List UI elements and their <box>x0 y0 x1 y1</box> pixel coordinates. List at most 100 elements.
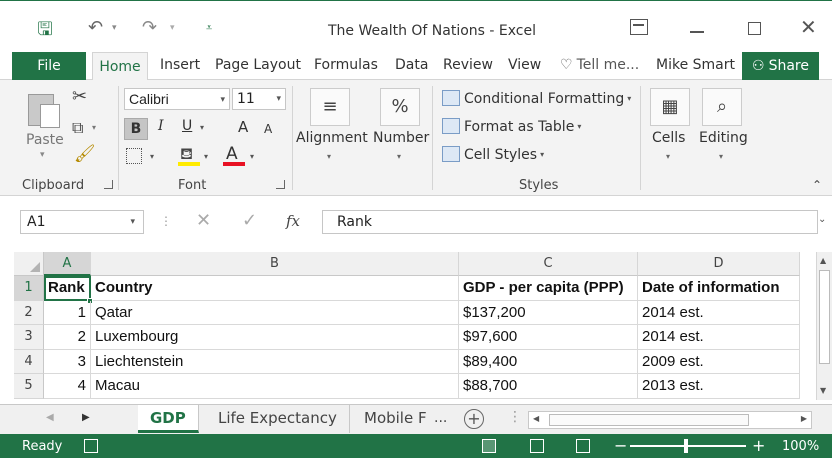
redo-dropdown-icon[interactable]: ▾ <box>170 23 175 33</box>
row-header[interactable]: 2 <box>14 300 44 325</box>
editing-dropdown-icon[interactable]: ▾ <box>719 152 723 161</box>
editing-button[interactable]: Editing <box>699 130 748 146</box>
number-dropdown-icon[interactable]: ▾ <box>397 152 401 161</box>
tab-view[interactable]: View <box>508 57 541 73</box>
number-format-icon[interactable]: % <box>380 88 420 126</box>
table-cell[interactable]: Rank <box>44 276 91 301</box>
more-sheets-button[interactable]: ... <box>434 410 447 426</box>
scrollbar-thumb[interactable] <box>819 270 830 364</box>
new-sheet-button[interactable]: + <box>464 409 484 429</box>
name-box[interactable]: A1 ▾ <box>20 210 144 234</box>
zoom-slider-thumb[interactable] <box>684 439 688 453</box>
select-all-corner[interactable] <box>14 252 44 276</box>
scroll-left-icon[interactable]: ◀ <box>533 414 539 423</box>
table-cell[interactable]: 1 <box>44 300 91 325</box>
table-cell[interactable]: 2014 est. <box>638 300 800 325</box>
italic-button[interactable]: I <box>158 118 164 134</box>
scrollbar-thumb[interactable] <box>549 414 749 426</box>
tab-file[interactable]: File <box>12 52 86 80</box>
tab-insert[interactable]: Insert <box>160 57 200 73</box>
cancel-icon[interactable]: ✕ <box>196 210 211 231</box>
row-header[interactable]: 3 <box>14 325 44 350</box>
paste-button[interactable]: Paste <box>26 132 64 148</box>
copy-dropdown-icon[interactable]: ▾ <box>92 123 96 132</box>
column-header[interactable]: A <box>44 252 91 276</box>
close-icon[interactable]: ✕ <box>800 15 817 39</box>
table-cell[interactable]: Liechtenstein <box>91 349 459 374</box>
table-cell[interactable]: 4 <box>44 374 91 399</box>
undo-icon[interactable]: ↶ <box>88 17 103 38</box>
font-color-dropdown-icon[interactable]: ▾ <box>250 152 254 161</box>
table-cell[interactable]: Luxembourg <box>91 325 459 350</box>
table-cell[interactable]: 3 <box>44 349 91 374</box>
table-cell[interactable]: Date of information <box>638 276 800 301</box>
zoom-slider[interactable] <box>630 445 746 447</box>
tab-formulas[interactable]: Formulas <box>314 57 378 73</box>
underline-button[interactable]: U <box>182 118 192 134</box>
ribbon-display-icon[interactable] <box>630 19 648 35</box>
cells-dropdown-icon[interactable]: ▾ <box>666 152 670 161</box>
scroll-down-icon[interactable]: ▼ <box>820 386 826 395</box>
underline-dropdown-icon[interactable]: ▾ <box>200 123 204 132</box>
scroll-up-icon[interactable]: ▲ <box>820 256 826 265</box>
copy-icon[interactable]: ⧉ <box>72 118 83 138</box>
row-header[interactable]: 5 <box>14 374 44 399</box>
cells-icon[interactable]: ▦ <box>650 88 690 126</box>
next-sheet-icon[interactable]: ▶ <box>82 412 90 423</box>
font-launcher-icon[interactable] <box>276 180 285 189</box>
collapse-ribbon-icon[interactable]: ⌃ <box>812 178 822 192</box>
tab-split-handle[interactable]: ⋮ <box>508 409 522 425</box>
table-cell[interactable]: $88,700 <box>459 374 638 399</box>
table-cell[interactable]: Qatar <box>91 300 459 325</box>
font-name-select[interactable]: Calibri ▾ <box>124 88 230 110</box>
undo-dropdown-icon[interactable]: ▾ <box>112 23 117 33</box>
horizontal-scrollbar[interactable]: ◀ ▶ <box>528 411 812 429</box>
user-name[interactable]: Mike Smart <box>656 57 735 73</box>
format-as-table-button[interactable]: Format as Table ▾ <box>442 118 581 135</box>
tell-me-search[interactable]: ♡ Tell me... <box>560 57 639 73</box>
tab-review[interactable]: Review <box>443 57 493 73</box>
conditional-formatting-button[interactable]: Conditional Formatting ▾ <box>442 90 631 107</box>
alignment-icon[interactable]: ≡ <box>310 88 350 126</box>
insert-function-button[interactable]: fx <box>286 212 300 230</box>
clipboard-launcher-icon[interactable] <box>104 180 113 189</box>
cells-button[interactable]: Cells <box>652 130 685 146</box>
expand-formula-icon[interactable]: ⌄ <box>818 214 826 225</box>
sheet-tab-mobile[interactable]: Mobile F <box>352 405 431 433</box>
table-cell[interactable]: GDP - per capita (PPP) <box>459 276 638 301</box>
paste-dropdown-icon[interactable]: ▾ <box>40 150 45 160</box>
tab-data[interactable]: Data <box>395 57 428 73</box>
zoom-out-icon[interactable]: − <box>614 436 627 455</box>
minimize-icon[interactable] <box>690 31 704 33</box>
number-button[interactable]: Number <box>373 130 429 146</box>
tab-home[interactable]: Home <box>92 52 148 81</box>
cell-styles-button[interactable]: Cell Styles ▾ <box>442 146 544 163</box>
formula-input[interactable]: Rank <box>322 210 818 234</box>
save-icon[interactable]: 🖫 <box>34 19 56 41</box>
page-break-view-icon[interactable] <box>576 439 590 453</box>
scroll-right-icon[interactable]: ▶ <box>801 414 807 423</box>
row-header[interactable]: 4 <box>14 349 44 374</box>
tab-page-layout[interactable]: Page Layout <box>215 57 301 73</box>
editing-icon[interactable]: ⌕ <box>702 88 742 126</box>
zoom-in-icon[interactable]: + <box>752 436 765 455</box>
table-cell[interactable]: 2013 est. <box>638 374 800 399</box>
increase-font-button[interactable]: A <box>238 118 248 136</box>
font-color-button[interactable]: A <box>226 144 238 164</box>
column-header[interactable]: B <box>91 252 459 276</box>
paste-icon[interactable] <box>26 90 62 130</box>
table-cell[interactable]: Macau <box>91 374 459 399</box>
borders-dropdown-icon[interactable]: ▾ <box>150 152 154 161</box>
alignment-dropdown-icon[interactable]: ▾ <box>327 152 331 161</box>
sheet-tab-gdp[interactable]: GDP <box>138 405 199 433</box>
sheet-tab-life-expectancy[interactable]: Life Expectancy <box>206 405 350 433</box>
share-button[interactable]: ⚇ Share <box>742 52 819 80</box>
normal-view-icon[interactable] <box>482 439 496 453</box>
page-layout-view-icon[interactable] <box>530 439 544 453</box>
decrease-font-button[interactable]: A <box>264 122 272 136</box>
cut-icon[interactable]: ✂ <box>72 86 87 107</box>
table-cell[interactable]: $97,600 <box>459 325 638 350</box>
customize-qat-icon[interactable]: ⩡ <box>206 21 212 35</box>
row-header[interactable]: 1 <box>14 276 44 301</box>
table-cell[interactable]: $89,400 <box>459 349 638 374</box>
